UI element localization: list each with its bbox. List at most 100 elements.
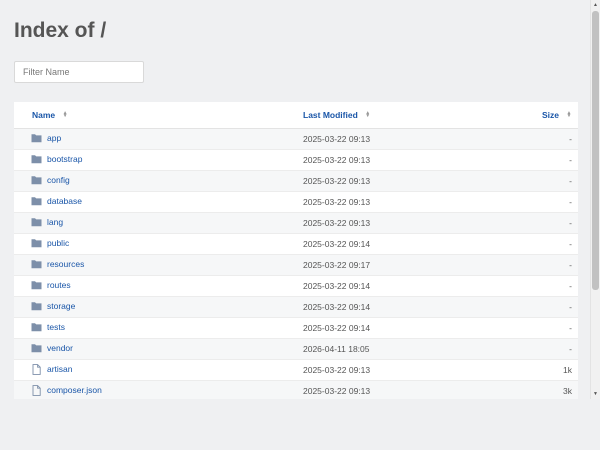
entry-link[interactable]: database bbox=[31, 196, 82, 207]
header-name[interactable]: Name ▲ ▼ bbox=[14, 102, 284, 129]
sort-icon: ▲ ▼ bbox=[365, 110, 371, 119]
cell-last-modified: 2026-04-11 18:05 bbox=[284, 338, 513, 360]
file-icon bbox=[31, 363, 42, 375]
vertical-scrollbar[interactable]: ▲ ▼ bbox=[590, 0, 600, 399]
entry-name: database bbox=[47, 196, 82, 206]
folder-icon bbox=[31, 343, 42, 354]
entry-name: vendor bbox=[47, 343, 73, 353]
cell-size: - bbox=[513, 317, 578, 339]
entry-name: config bbox=[47, 175, 70, 185]
cell-last-modified: 2025-03-22 09:13 bbox=[284, 380, 513, 399]
entry-link[interactable]: app bbox=[31, 133, 61, 144]
scroll-up-arrow-icon[interactable]: ▲ bbox=[591, 0, 600, 10]
cell-last-modified: 2025-03-22 09:14 bbox=[284, 275, 513, 297]
entry-name: tests bbox=[47, 322, 65, 332]
entry-name: storage bbox=[47, 301, 76, 311]
cell-size: 1k bbox=[513, 359, 578, 381]
cell-size: - bbox=[513, 254, 578, 276]
cell-name: tests bbox=[14, 317, 284, 339]
entry-link[interactable]: artisan bbox=[31, 363, 73, 375]
entry-name: artisan bbox=[47, 364, 73, 374]
folder-icon bbox=[31, 301, 42, 312]
folder-icon bbox=[31, 154, 42, 165]
entry-link[interactable]: storage bbox=[31, 301, 75, 312]
cell-name: storage bbox=[14, 296, 284, 318]
page: Index of / Name ▲▼ Last Modif bbox=[0, 0, 600, 450]
table-row: resources 2025-03-22 09:17- bbox=[14, 254, 578, 276]
cell-size: - bbox=[513, 233, 578, 255]
sort-by-name[interactable]: Name ▲ ▼ bbox=[32, 110, 68, 120]
scroll-down-arrow-icon[interactable]: ▼ bbox=[591, 389, 600, 399]
cell-name: database bbox=[14, 191, 284, 213]
entry-name: routes bbox=[47, 280, 71, 290]
cell-last-modified: 2025-03-22 09:13 bbox=[284, 212, 513, 234]
cell-last-modified: 2025-03-22 09:14 bbox=[284, 233, 513, 255]
entry-link[interactable]: config bbox=[31, 175, 70, 186]
cell-last-modified: 2025-03-22 09:14 bbox=[284, 317, 513, 339]
sort-icon: ▲ ▼ bbox=[566, 110, 572, 119]
entry-link[interactable]: lang bbox=[31, 217, 63, 228]
sort-icon: ▲ ▼ bbox=[62, 110, 68, 119]
header-row: Name ▲ ▼ Last Modified ▲ ▼ Size ▲ ▼ bbox=[14, 102, 578, 129]
cell-last-modified: 2025-03-22 09:14 bbox=[284, 296, 513, 318]
table-row: database 2025-03-22 09:13- bbox=[14, 191, 578, 213]
table-row: routes 2025-03-22 09:14- bbox=[14, 275, 578, 297]
cell-last-modified: 2025-03-22 09:13 bbox=[284, 359, 513, 381]
cell-size: - bbox=[513, 128, 578, 150]
entry-name: app bbox=[47, 133, 62, 143]
table-row: app 2025-03-22 09:13- bbox=[14, 128, 578, 150]
header-last-modified[interactable]: Last Modified ▲ ▼ bbox=[284, 102, 513, 129]
filter-name-input[interactable] bbox=[14, 61, 144, 83]
folder-icon bbox=[31, 280, 42, 291]
cell-size: - bbox=[513, 191, 578, 213]
table-row: bootstrap 2025-03-22 09:13- bbox=[14, 149, 578, 171]
scrollbar-thumb[interactable] bbox=[592, 11, 599, 290]
file-table: Name ▲ ▼ Last Modified ▲ ▼ Size ▲ ▼ app … bbox=[14, 102, 578, 399]
cell-last-modified: 2025-03-22 09:13 bbox=[284, 170, 513, 192]
entry-link[interactable]: routes bbox=[31, 280, 71, 291]
entry-link[interactable]: vendor bbox=[31, 343, 73, 354]
cell-size: - bbox=[513, 212, 578, 234]
table-header: Name ▲ ▼ Last Modified ▲ ▼ Size ▲ ▼ bbox=[14, 102, 578, 129]
cell-name: app bbox=[14, 128, 284, 150]
cell-name: artisan bbox=[14, 359, 284, 381]
entry-link[interactable]: bootstrap bbox=[31, 154, 82, 165]
cell-size: 3k bbox=[513, 380, 578, 399]
folder-icon bbox=[31, 217, 42, 228]
cell-name: composer.json bbox=[14, 380, 284, 399]
cell-last-modified: 2025-03-22 09:13 bbox=[284, 128, 513, 150]
header-size-label: Size bbox=[541, 110, 559, 120]
cell-name: routes bbox=[14, 275, 284, 297]
entry-link[interactable]: resources bbox=[31, 259, 84, 270]
entry-name: lang bbox=[47, 217, 64, 227]
cell-size: - bbox=[513, 275, 578, 297]
table-row: config 2025-03-22 09:13- bbox=[14, 170, 578, 192]
entry-link[interactable]: composer.json bbox=[31, 384, 102, 396]
entry-name: public bbox=[47, 238, 70, 248]
file-icon bbox=[31, 384, 42, 396]
header-last-modified-label: Last Modified bbox=[303, 110, 358, 120]
file-table-card: Name ▲ ▼ Last Modified ▲ ▼ Size ▲ ▼ app … bbox=[14, 102, 578, 399]
sort-by-last-modified[interactable]: Last Modified ▲ ▼ bbox=[303, 110, 371, 120]
cell-last-modified: 2025-03-22 09:13 bbox=[284, 191, 513, 213]
table-row: lang 2025-03-22 09:13- bbox=[14, 212, 578, 234]
folder-icon bbox=[31, 196, 42, 207]
cell-name: bootstrap bbox=[14, 149, 284, 171]
cell-name: resources bbox=[14, 254, 284, 276]
table-row: public 2025-03-22 09:14- bbox=[14, 233, 578, 255]
sort-by-size[interactable]: Size ▲ ▼ bbox=[542, 110, 572, 120]
entry-name: resources bbox=[47, 259, 85, 269]
table-row: storage 2025-03-22 09:14- bbox=[14, 296, 578, 318]
header-name-label: Name bbox=[32, 110, 56, 120]
header-size[interactable]: Size ▲ ▼ bbox=[513, 102, 578, 129]
cell-name: lang bbox=[14, 212, 284, 234]
cell-last-modified: 2025-03-22 09:13 bbox=[284, 149, 513, 171]
entry-link[interactable]: public bbox=[31, 238, 69, 249]
cell-size: - bbox=[513, 338, 578, 360]
folder-icon bbox=[31, 175, 42, 186]
cell-size: - bbox=[513, 296, 578, 318]
table-row: vendor 2026-04-11 18:05- bbox=[14, 338, 578, 360]
entry-name: composer.json bbox=[47, 385, 102, 395]
folder-icon bbox=[31, 238, 42, 249]
entry-link[interactable]: tests bbox=[31, 322, 65, 333]
